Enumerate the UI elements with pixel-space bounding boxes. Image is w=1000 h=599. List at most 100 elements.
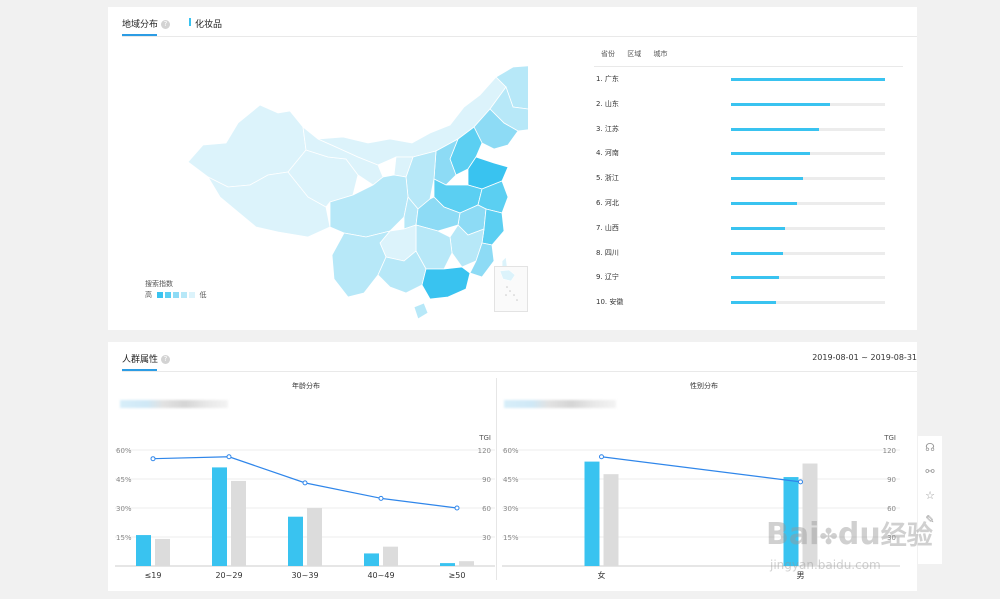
ranking-bar-track	[731, 226, 885, 230]
ranking-bar-track	[731, 276, 885, 280]
star-icon[interactable]: ☆	[918, 484, 942, 508]
ranking-bar-track	[731, 127, 885, 131]
share-icon[interactable]: ⚯	[918, 460, 942, 484]
ranking-row[interactable]: 6. 河北	[596, 198, 896, 210]
y-left-tick: 45%	[503, 476, 519, 484]
tgi-point	[302, 480, 308, 486]
ranking-row[interactable]: 3. 江苏	[596, 124, 896, 136]
ranking-row[interactable]: 8. 四川	[596, 248, 896, 260]
legend-swatch	[189, 292, 196, 298]
ranking-label: 9. 辽宁	[596, 273, 619, 282]
tgi-point	[454, 505, 460, 511]
map-legend: 高 低	[145, 290, 206, 300]
china-map[interactable]	[168, 47, 528, 327]
bar-secondary	[307, 508, 322, 566]
chart-title: 年龄分布	[292, 381, 320, 390]
ranking-row[interactable]: 1. 广东	[596, 74, 896, 86]
ranking-bar-track	[731, 102, 885, 106]
watermark-url: jingyan.baidu.com	[770, 558, 881, 572]
map-region-guangdong	[421, 266, 471, 300]
ranking-bar-fill	[731, 78, 885, 81]
ranking-bar-fill	[731, 251, 784, 255]
crowd-title-label: 人群属性	[122, 355, 159, 365]
bar-secondary	[603, 474, 619, 566]
category-marker-icon	[189, 18, 191, 26]
ranking-label: 7. 山西	[596, 223, 619, 232]
ranking-label: 10. 安徽	[596, 298, 624, 307]
header-divider	[122, 36, 917, 37]
ranking-row[interactable]: 10. 安徽	[596, 297, 896, 309]
ranking-bar-track	[731, 152, 885, 156]
y-left-tick: 15%	[116, 534, 132, 542]
legend-swatch	[157, 292, 164, 298]
gender-chart: 性别分布60% 12045% 9030% 6015% 30TGI女男	[502, 381, 900, 580]
crowd-title[interactable]: 人群属性?	[122, 352, 171, 365]
ranking-bar-fill	[731, 152, 810, 156]
help-icon[interactable]: ?	[161, 20, 171, 29]
ranking-bar-fill	[731, 226, 785, 230]
tab-area[interactable]: 区域	[627, 50, 641, 58]
ranking-row[interactable]: 2. 山东	[596, 99, 896, 111]
ranking-label: 8. 四川	[596, 248, 619, 257]
y-right-tick: 120	[478, 447, 491, 455]
ranking-bar-fill	[731, 102, 830, 106]
watermark-cn: 经验	[880, 521, 933, 551]
y-left-tick: 60%	[503, 447, 519, 455]
ranking-row[interactable]: 9. 辽宁	[596, 272, 896, 284]
age-chart: 年龄分布 60% 120 45% 90 30% 60 15% 30 TGI ≤19 20~29 30~3…	[115, 381, 495, 580]
ranking-row[interactable]: 7. 山西	[596, 223, 896, 235]
ranking-row[interactable]: 4. 河南	[596, 148, 896, 160]
y-right-label: TGI	[478, 434, 491, 442]
ranking-row[interactable]: 5. 浙江	[596, 173, 896, 185]
x-tick-label: 女	[598, 570, 606, 580]
category-label[interactable]: 化妆品	[195, 17, 222, 30]
legend-high-label: 高	[145, 291, 152, 299]
x-tick-label: ≤19	[145, 571, 162, 580]
y-left-tick: 15%	[503, 534, 519, 542]
ranking-label: 5. 浙江	[596, 174, 619, 183]
ranking-label: 4. 河南	[596, 149, 619, 158]
ranking-label: 3. 江苏	[596, 124, 619, 133]
x-tick-label: 40~49	[367, 571, 394, 580]
headset-icon[interactable]: ☊	[918, 436, 942, 460]
region-tabs: 省份 区域 城市	[601, 49, 667, 59]
y-right-tick: 30	[482, 534, 491, 542]
chart-title: 性别分布	[690, 381, 718, 390]
ranking-label: 1. 广东	[596, 75, 619, 83]
bar-primary	[288, 516, 303, 566]
y-left-tick: 60%	[116, 447, 132, 455]
tgi-line	[601, 456, 801, 483]
ranking-divider	[594, 66, 903, 67]
bar-secondary	[231, 480, 246, 566]
paw-icon: ✤	[819, 525, 838, 550]
watermark-logo: Bai✤du经验	[766, 515, 933, 552]
tab-province[interactable]: 省份	[601, 50, 615, 58]
y-right-label: TGI	[883, 434, 896, 442]
x-tick-label: ≥50	[449, 571, 466, 580]
ranking-label: 6. 河北	[596, 199, 619, 207]
tgi-point	[378, 495, 384, 501]
tab-city[interactable]: 城市	[653, 50, 667, 58]
y-right-tick: 90	[482, 476, 491, 484]
bar-primary	[364, 553, 379, 566]
bar-secondary	[459, 561, 474, 566]
south-china-sea-inset	[494, 266, 528, 312]
help-icon[interactable]: ?	[161, 355, 171, 364]
y-right-tick: 60	[482, 505, 491, 513]
bar-secondary	[383, 546, 398, 566]
bar-primary	[584, 461, 600, 566]
ranking-bar-track	[731, 202, 885, 205]
region-title[interactable]: 地域分布?	[122, 17, 171, 30]
watermark-brand: Bai	[766, 517, 820, 552]
map-region-hainan	[413, 302, 429, 320]
region-title-label: 地域分布	[122, 20, 159, 30]
date-range[interactable]: 2019-08-01 ~ 2019-08-31	[812, 353, 917, 362]
x-tick-label: 30~39	[291, 571, 318, 580]
ranking-label: 2. 山东	[596, 99, 619, 108]
ranking-bar-fill	[731, 127, 819, 131]
legend-swatch	[181, 292, 188, 298]
ranking-bar-track	[731, 251, 885, 255]
map-region-yunnan	[331, 230, 392, 298]
y-left-tick: 30%	[503, 505, 519, 513]
legend-swatch	[165, 292, 172, 298]
